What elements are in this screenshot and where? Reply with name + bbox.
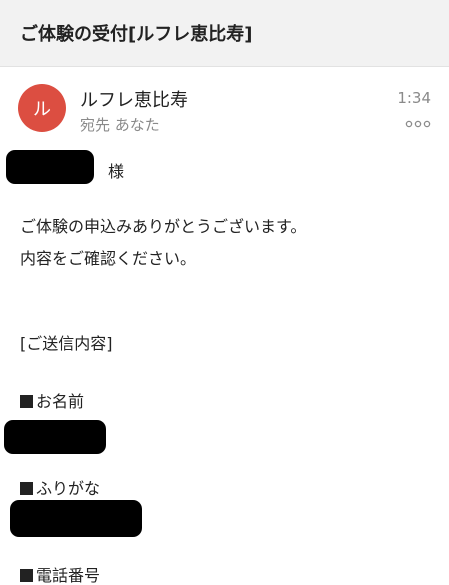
- salutation-suffix: 様: [108, 162, 125, 181]
- subject-bar: ご体験の受付[ルフレ恵比寿]: [0, 0, 449, 67]
- redacted-name-value: [4, 420, 106, 454]
- square-bullet-icon: [20, 569, 33, 582]
- field-name-label: お名前: [36, 392, 85, 411]
- intro-line-1: ご体験の申込みありがとうございます。: [20, 217, 307, 236]
- section-heading: [ご送信内容]: [20, 334, 113, 353]
- field-furigana-label: ふりがな: [36, 479, 101, 498]
- avatar-initial: ル: [33, 99, 51, 120]
- square-bullet-icon: [20, 482, 33, 495]
- field-phone-row: 電話番号: [20, 562, 100, 585]
- recipient-label[interactable]: 宛先 あなた: [80, 114, 160, 135]
- field-phone-label: 電話番号: [36, 566, 101, 585]
- sent-time: 1:34: [397, 89, 431, 107]
- field-name-row: お名前: [20, 388, 84, 412]
- intro-line-2: 内容をご確認ください。: [20, 249, 197, 268]
- email-subject: ご体験の受付[ルフレ恵比寿]: [20, 24, 253, 45]
- sender-avatar[interactable]: ル: [18, 84, 66, 132]
- field-furigana-row: ふりがな: [20, 475, 100, 499]
- square-bullet-icon: [20, 395, 33, 408]
- more-dots-icon[interactable]: [405, 118, 431, 130]
- redacted-furigana-value: [10, 500, 142, 537]
- sender-name[interactable]: ルフレ恵比寿: [80, 86, 188, 112]
- redacted-recipient-name: [6, 150, 94, 184]
